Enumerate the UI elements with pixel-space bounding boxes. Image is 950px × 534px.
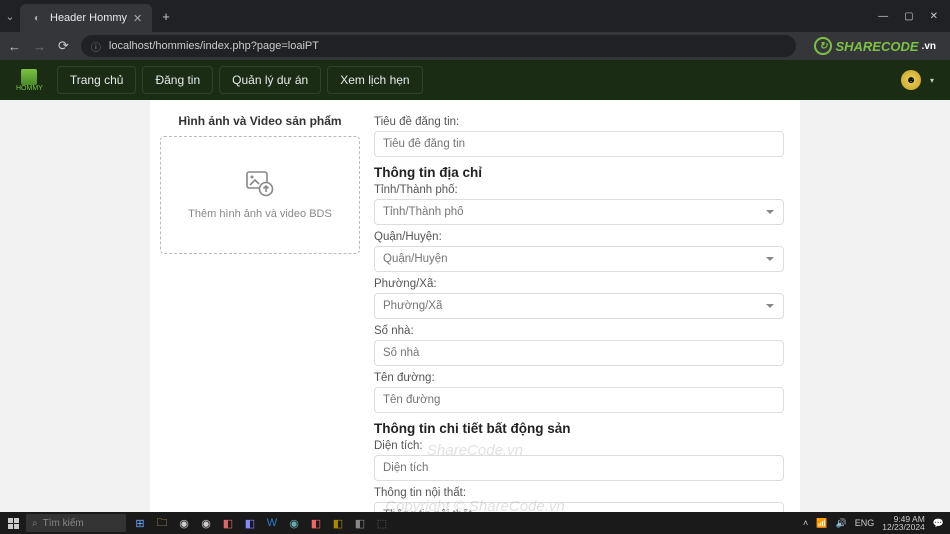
- app-icon[interactable]: ◧: [242, 515, 258, 531]
- app-icon[interactable]: ◧: [330, 515, 346, 531]
- input-houseno[interactable]: [374, 340, 784, 366]
- sharecode-icon: ↻: [814, 37, 832, 55]
- maximize-icon[interactable]: ▢: [904, 11, 913, 22]
- site-info-icon[interactable]: ⓘ: [91, 39, 101, 54]
- user-avatar[interactable]: ☻: [901, 70, 921, 90]
- upload-text: Thêm hình ảnh và video BDS: [188, 208, 332, 220]
- edge-icon[interactable]: ◉: [176, 515, 192, 531]
- chrome-icon[interactable]: ◉: [198, 515, 214, 531]
- task-view-icon[interactable]: ⊞: [132, 515, 148, 531]
- site-logo[interactable]: HOMMY: [16, 69, 43, 92]
- tray-chevron-icon[interactable]: ˄: [803, 518, 808, 528]
- app-icon[interactable]: ◧: [220, 515, 236, 531]
- sharecode-extension[interactable]: ↻ SHARECODE.vn: [808, 37, 942, 55]
- back-icon[interactable]: ←: [8, 39, 21, 54]
- forward-icon[interactable]: →: [33, 39, 46, 54]
- section-address: Thông tin địa chỉ: [374, 165, 784, 180]
- tray-lang[interactable]: ENG: [855, 518, 875, 528]
- address-bar[interactable]: ⓘ localhost/hommies/index.php?page=loaiP…: [81, 35, 797, 57]
- media-section-title: Hình ảnh và Video sản phẩm: [160, 114, 360, 128]
- nav-home[interactable]: Trang chủ: [57, 66, 137, 94]
- tab-title: Header Hommy: [50, 12, 127, 24]
- tab-group-icon[interactable]: ⌄: [0, 10, 20, 23]
- explorer-icon[interactable]: 🗀: [154, 515, 170, 531]
- app-icon[interactable]: ◉: [286, 515, 302, 531]
- nav-schedule[interactable]: Xem lịch hẹn: [327, 66, 422, 94]
- search-icon: ⌕: [32, 518, 38, 529]
- select-province[interactable]: [374, 199, 784, 225]
- input-area[interactable]: [374, 455, 784, 481]
- label-district: Quận/Huyện:: [374, 231, 784, 243]
- tray-network-icon[interactable]: 📶: [816, 518, 827, 529]
- select-ward[interactable]: [374, 293, 784, 319]
- url-text: localhost/hommies/index.php?page=loaiPT: [109, 40, 319, 52]
- label-title: Tiêu đề đăng tin:: [374, 116, 784, 128]
- upload-cloud-icon: [244, 170, 276, 198]
- taskbar-clock[interactable]: 9:49 AM 12/23/2024: [882, 515, 925, 532]
- close-icon[interactable]: ✕: [133, 12, 142, 25]
- taskbar-search[interactable]: ⌕ Tìm kiếm: [26, 514, 126, 532]
- upload-dropzone[interactable]: Thêm hình ảnh và video BDS: [160, 136, 360, 254]
- nav-projects[interactable]: Quản lý dự án: [219, 66, 321, 94]
- select-district[interactable]: [374, 246, 784, 272]
- start-button[interactable]: [0, 518, 26, 529]
- new-tab-button[interactable]: +: [152, 9, 180, 24]
- app-icon[interactable]: ◧: [352, 515, 368, 531]
- section-detail: Thông tin chi tiết bất động sản: [374, 421, 784, 436]
- close-window-icon[interactable]: ✕: [930, 11, 938, 22]
- favicon-icon: ◐: [30, 11, 44, 25]
- label-area: Diện tích:: [374, 440, 784, 452]
- app-icon[interactable]: ◧: [308, 515, 324, 531]
- label-houseno: Số nhà:: [374, 325, 784, 337]
- notifications-icon[interactable]: 💬: [933, 518, 944, 529]
- label-street: Tên đường:: [374, 372, 784, 384]
- chevron-down-icon[interactable]: ▾: [930, 76, 934, 85]
- browser-tab[interactable]: ◐ Header Hommy ✕: [20, 4, 152, 32]
- nav-post[interactable]: Đăng tin: [142, 66, 213, 94]
- word-icon[interactable]: W: [264, 515, 280, 531]
- label-province: Tỉnh/Thành phố:: [374, 184, 784, 196]
- app-icon[interactable]: ⬚: [374, 515, 390, 531]
- logo-icon: [21, 69, 37, 85]
- label-ward: Phường/Xã:: [374, 278, 784, 290]
- minimize-icon[interactable]: —: [878, 11, 888, 22]
- label-furniture: Thông tin nội thất:: [374, 487, 784, 499]
- input-title[interactable]: [374, 131, 784, 157]
- input-street[interactable]: [374, 387, 784, 413]
- refresh-icon[interactable]: ⟳: [58, 38, 69, 54]
- tray-volume-icon[interactable]: 🔊: [836, 518, 847, 529]
- windows-icon: [8, 518, 19, 529]
